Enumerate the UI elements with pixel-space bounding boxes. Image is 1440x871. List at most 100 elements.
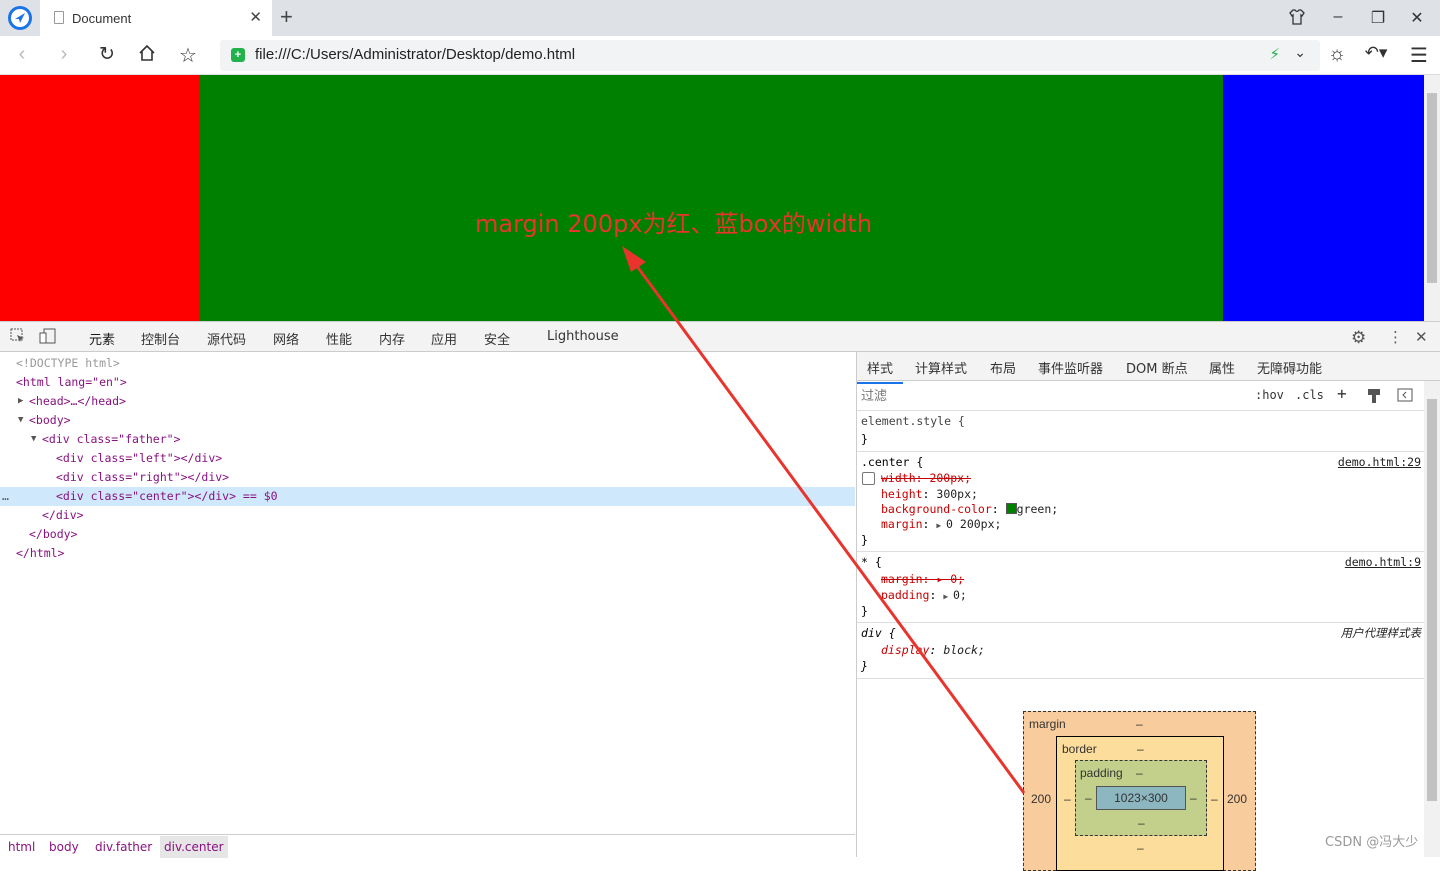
- collapse-triangle-icon[interactable]: ▼: [31, 430, 36, 449]
- dom-line[interactable]: <div class="left"></div>: [56, 449, 222, 468]
- margin-declaration[interactable]: margin: ▸ 0;: [881, 572, 964, 587]
- dom-line[interactable]: <head>…</head>: [29, 392, 126, 411]
- inspect-element-icon[interactable]: [10, 328, 26, 348]
- row-ellipsis-icon[interactable]: …: [2, 487, 9, 506]
- disabled-checkbox[interactable]: [862, 472, 875, 485]
- browser-tab[interactable]: Document ✕: [40, 0, 272, 36]
- margin-right-value[interactable]: 200: [1227, 792, 1247, 806]
- border-bottom-value[interactable]: –: [1137, 841, 1144, 855]
- tab-sources[interactable]: 源代码: [207, 329, 246, 348]
- window-close-icon[interactable]: ✕: [1407, 8, 1427, 28]
- page-scrollbar[interactable]: [1424, 75, 1440, 321]
- tab-application[interactable]: 应用: [431, 329, 457, 348]
- breadcrumb-center[interactable]: div.center: [160, 836, 228, 858]
- brightness-icon[interactable]: ☼: [1325, 43, 1349, 66]
- breadcrumb-body[interactable]: body: [49, 840, 79, 854]
- expand-triangle-icon[interactable]: ▶: [18, 392, 23, 411]
- tab-security[interactable]: 安全: [484, 329, 510, 348]
- margin-declaration[interactable]: margin: ▶ 0 200px;: [881, 517, 1001, 533]
- tab-memory[interactable]: 内存: [379, 329, 405, 348]
- hov-toggle[interactable]: :hov: [1255, 388, 1284, 402]
- home-icon[interactable]: [135, 43, 159, 69]
- padding-right-value[interactable]: –: [1190, 791, 1197, 805]
- forward-icon[interactable]: ›: [52, 43, 76, 66]
- lightning-icon[interactable]: ⚡: [1269, 45, 1280, 63]
- scrollbar-thumb[interactable]: [1427, 93, 1437, 283]
- tab-computed[interactable]: 计算样式: [915, 358, 967, 377]
- dom-line[interactable]: </body>: [29, 525, 77, 544]
- styles-scrollbar[interactable]: [1424, 381, 1440, 857]
- selector[interactable]: div {: [861, 626, 896, 641]
- box-model-content[interactable]: 1023×300: [1096, 786, 1186, 810]
- padding-declaration[interactable]: padding: ▶ 0;: [881, 588, 967, 604]
- gear-icon[interactable]: ⚙: [1351, 328, 1366, 348]
- shirt-icon[interactable]: [1287, 8, 1307, 31]
- back-icon[interactable]: ‹: [10, 43, 34, 66]
- selector[interactable]: element.style {: [861, 414, 965, 429]
- dom-line[interactable]: <div class="father">: [42, 430, 180, 449]
- border-right-value[interactable]: –: [1211, 792, 1218, 806]
- tab-elements[interactable]: 元素: [76, 329, 128, 356]
- height-declaration[interactable]: height: 300px;: [881, 487, 978, 502]
- collapse-triangle-icon[interactable]: ▼: [18, 411, 23, 430]
- bookmark-star-icon[interactable]: ☆: [176, 43, 200, 68]
- tab-event-listeners[interactable]: 事件监听器: [1038, 358, 1103, 377]
- reload-icon[interactable]: ↻: [95, 43, 119, 66]
- new-tab-button[interactable]: +: [280, 4, 293, 30]
- padding-top-value[interactable]: –: [1136, 766, 1143, 780]
- selector[interactable]: * {: [861, 555, 882, 570]
- paint-brush-icon[interactable]: [1367, 388, 1381, 407]
- menu-icon[interactable]: ☰: [1407, 43, 1431, 68]
- tab-dom-breakpoints[interactable]: DOM 断点: [1126, 358, 1188, 377]
- undo-icon[interactable]: ↶▾: [1364, 43, 1388, 63]
- tab-close-icon[interactable]: ✕: [249, 8, 262, 26]
- devtools-close-icon[interactable]: ✕: [1415, 328, 1428, 346]
- border-top-value[interactable]: –: [1137, 742, 1144, 756]
- add-rule-icon[interactable]: +: [1337, 384, 1347, 403]
- tab-performance[interactable]: 性能: [326, 329, 352, 348]
- dom-line[interactable]: <div class="right"></div>: [56, 468, 229, 487]
- tab-network[interactable]: 网络: [273, 329, 299, 348]
- tab-console[interactable]: 控制台: [141, 329, 180, 348]
- margin-top-value[interactable]: –: [1136, 717, 1143, 731]
- filter-input[interactable]: [861, 385, 1243, 407]
- kebab-menu-icon[interactable]: ⋮: [1388, 328, 1403, 346]
- dom-line[interactable]: <html lang="en">: [16, 373, 127, 392]
- margin-left-value[interactable]: 200: [1031, 792, 1051, 806]
- dom-line[interactable]: </html>: [16, 544, 64, 563]
- user-agent-label: 用户代理样式表: [1340, 626, 1422, 640]
- bgcolor-declaration[interactable]: background-color: green;: [881, 502, 1058, 517]
- breadcrumb-html[interactable]: html: [8, 840, 35, 854]
- device-toggle-icon[interactable]: [39, 328, 57, 348]
- source-link[interactable]: demo.html:9: [1345, 555, 1421, 569]
- dom-line-selected[interactable]: <div class="center"></div> == $0: [56, 487, 278, 506]
- dom-line[interactable]: <!DOCTYPE html>: [16, 354, 120, 373]
- tab-styles[interactable]: 样式: [856, 358, 904, 384]
- cls-toggle[interactable]: .cls: [1295, 388, 1324, 402]
- source-link[interactable]: demo.html:29: [1338, 455, 1421, 469]
- chevron-down-icon[interactable]: ⌄: [1294, 44, 1306, 61]
- breadcrumb-father[interactable]: div.father: [95, 840, 152, 854]
- box-model-padding[interactable]: padding – – – – 1023×300: [1075, 760, 1207, 836]
- tab-lighthouse[interactable]: Lighthouse: [547, 329, 619, 344]
- minimize-icon[interactable]: –: [1328, 8, 1348, 26]
- address-bar[interactable]: + file:///C:/Users/Administrator/Desktop…: [220, 40, 1320, 71]
- dom-line[interactable]: <body>: [29, 411, 71, 430]
- tab-properties[interactable]: 属性: [1209, 358, 1235, 377]
- box-model-border[interactable]: border – – – – padding – – – – 1023×300: [1056, 736, 1224, 871]
- color-swatch[interactable]: [1005, 503, 1017, 514]
- sidebar-toggle-icon[interactable]: [1397, 388, 1413, 405]
- width-declaration[interactable]: width: 200px;: [881, 471, 971, 486]
- dom-line[interactable]: </div>: [42, 506, 84, 525]
- browser-logo-icon[interactable]: [8, 6, 32, 30]
- border-left-value[interactable]: –: [1064, 792, 1071, 806]
- padding-left-value[interactable]: –: [1085, 791, 1092, 805]
- tab-layout[interactable]: 布局: [990, 358, 1016, 377]
- box-model-margin[interactable]: margin – 200 200 border – – – – padding …: [1023, 711, 1256, 871]
- tab-accessibility[interactable]: 无障碍功能: [1257, 358, 1322, 377]
- padding-bottom-value[interactable]: –: [1138, 816, 1145, 830]
- selector[interactable]: .center {: [861, 455, 923, 470]
- restore-icon[interactable]: ❐: [1368, 8, 1388, 28]
- scrollbar-thumb[interactable]: [1427, 399, 1437, 801]
- url-text[interactable]: file:///C:/Users/Administrator/Desktop/d…: [255, 46, 575, 63]
